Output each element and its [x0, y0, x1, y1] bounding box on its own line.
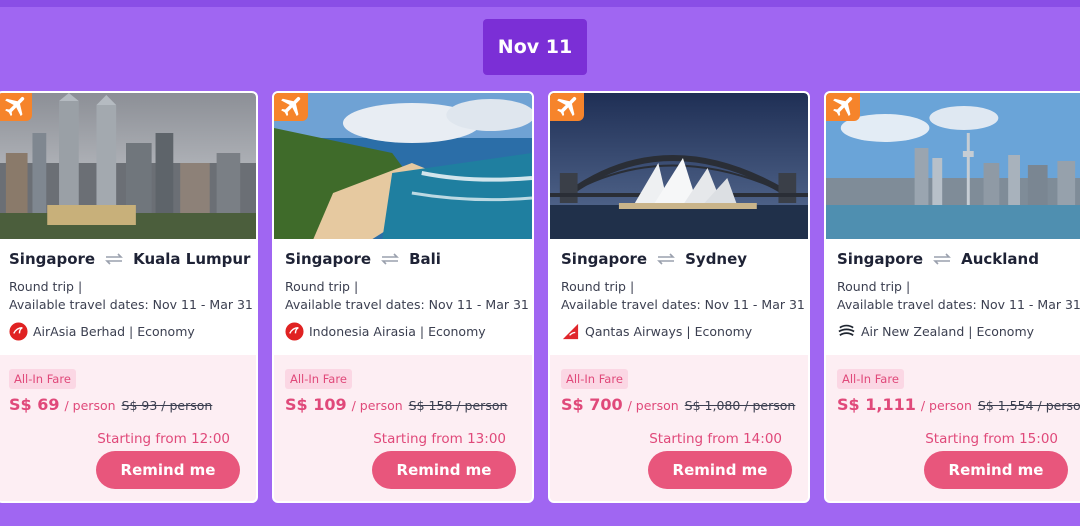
- sale-price: S$ 109: [285, 395, 347, 414]
- travel-dates: Available travel dates: Nov 11 - Mar 31: [561, 297, 805, 312]
- destination-photo-bali: [274, 93, 532, 239]
- original-price: S$ 1,554 / person: [977, 398, 1080, 413]
- cabin-class: Economy: [428, 324, 486, 339]
- trip-type: Round trip |: [9, 279, 83, 294]
- price-line: S$ 109 / person S$ 158 / person: [285, 395, 507, 414]
- deal-card-kuala-lumpur[interactable]: Singapore Kuala Lumpur Round trip | Avai…: [0, 91, 258, 503]
- destination-city: Sydney: [685, 250, 748, 268]
- route: Singapore Auckland: [837, 250, 1076, 268]
- route: Singapore Kuala Lumpur: [9, 250, 251, 268]
- airline-name: Air New Zealand: [861, 324, 965, 339]
- per-person: / person: [627, 398, 679, 413]
- destination-photo-sydney: [550, 93, 808, 239]
- per-person: / person: [64, 398, 116, 413]
- plane-icon: [5, 97, 25, 117]
- start-time: Starting from 13:00: [373, 431, 506, 447]
- separator: |: [415, 324, 429, 339]
- travel-dates: Available travel dates: Nov 11 - Mar 31: [9, 297, 253, 312]
- deal-card-auckland[interactable]: Singapore Auckland Round trip | Availabl…: [824, 91, 1080, 503]
- sale-price: S$ 1,111: [837, 395, 916, 414]
- price-line: S$ 1,111 / person S$ 1,554 / person: [837, 395, 1080, 414]
- sale-price: S$ 69: [9, 395, 60, 414]
- qantas-logo-icon: [561, 322, 580, 341]
- deal-card-bali[interactable]: Singapore Bali Round trip | Available tr…: [272, 91, 534, 503]
- original-price: S$ 1,080 / person: [684, 398, 796, 413]
- plane-badge: [550, 93, 584, 121]
- airline-info: AirAsia Berhad | Economy: [9, 322, 195, 341]
- origin-city: Singapore: [837, 250, 924, 268]
- trip-type: Round trip |: [837, 279, 911, 294]
- deal-card-sydney[interactable]: Singapore Sydney Round trip | Available …: [548, 91, 810, 503]
- route: Singapore Sydney: [561, 250, 800, 268]
- airline-info: Air New Zealand | Economy: [837, 322, 1034, 341]
- start-time: Starting from 14:00: [649, 431, 782, 447]
- fare-label: All-In Fare: [9, 369, 76, 389]
- destination-photo-auckland: [826, 93, 1080, 239]
- start-time: Starting from 12:00: [97, 431, 230, 447]
- remind-me-button[interactable]: Remind me: [372, 451, 516, 489]
- airline-name: AirAsia Berhad: [33, 324, 126, 339]
- airline-info: Qantas Airways | Economy: [561, 322, 752, 341]
- price-line: S$ 700 / person S$ 1,080 / person: [561, 395, 795, 414]
- travel-dates: Available travel dates: Nov 11 - Mar 31: [285, 297, 529, 312]
- price-line: S$ 69 / person S$ 93 / person: [9, 395, 212, 414]
- destination-city: Kuala Lumpur: [133, 250, 251, 268]
- fare-panel: All-In Fare S$ 69 / person S$ 93 / perso…: [0, 355, 256, 501]
- airasia-logo-icon: [285, 322, 304, 341]
- fare-panel: All-In Fare S$ 700 / person S$ 1,080 / p…: [550, 355, 808, 501]
- remind-me-button[interactable]: Remind me: [924, 451, 1068, 489]
- fare-label: All-In Fare: [285, 369, 352, 389]
- fare-panel: All-In Fare S$ 1,111 / person S$ 1,554 /…: [826, 355, 1080, 501]
- round-trip-arrows-icon: [657, 253, 676, 265]
- start-time: Starting from 15:00: [925, 431, 1058, 447]
- destination-city: Auckland: [961, 250, 1039, 268]
- plane-icon: [833, 97, 853, 117]
- per-person: / person: [351, 398, 403, 413]
- remind-me-button[interactable]: Remind me: [648, 451, 792, 489]
- date-tab[interactable]: Nov 11: [483, 19, 587, 75]
- fare-label: All-In Fare: [837, 369, 904, 389]
- fare-panel: All-In Fare S$ 109 / person S$ 158 / per…: [274, 355, 532, 501]
- sale-price: S$ 700: [561, 395, 623, 414]
- remind-me-button[interactable]: Remind me: [96, 451, 240, 489]
- air-new-zealand-logo-icon: [837, 322, 856, 341]
- plane-badge: [826, 93, 860, 121]
- round-trip-arrows-icon: [933, 253, 952, 265]
- separator: |: [964, 324, 977, 339]
- airline-name: Indonesia Airasia: [309, 324, 416, 339]
- plane-icon: [281, 97, 301, 117]
- plane-badge: [0, 93, 32, 121]
- round-trip-arrows-icon: [105, 253, 124, 265]
- cabin-class: Economy: [137, 324, 195, 339]
- travel-dates: Available travel dates: Nov 11 - Mar 31: [837, 297, 1080, 312]
- top-strip: [0, 0, 1080, 7]
- airasia-logo-icon: [9, 322, 28, 341]
- original-price: S$ 158 / person: [408, 398, 508, 413]
- fare-label: All-In Fare: [561, 369, 628, 389]
- airline-info: Indonesia Airasia | Economy: [285, 322, 486, 341]
- origin-city: Singapore: [561, 250, 648, 268]
- route: Singapore Bali: [285, 250, 524, 268]
- separator: |: [125, 324, 138, 339]
- separator: |: [682, 324, 695, 339]
- origin-city: Singapore: [9, 250, 96, 268]
- origin-city: Singapore: [285, 250, 372, 268]
- cabin-class: Economy: [976, 324, 1035, 339]
- round-trip-arrows-icon: [381, 253, 400, 265]
- airline-name: Qantas Airways: [585, 324, 683, 339]
- trip-type: Round trip |: [285, 279, 359, 294]
- destination-photo-kuala-lumpur: [0, 93, 256, 239]
- trip-type: Round trip |: [561, 279, 635, 294]
- plane-badge: [274, 93, 308, 121]
- original-price: S$ 93 / person: [121, 398, 213, 413]
- per-person: / person: [920, 398, 972, 413]
- cabin-class: Economy: [694, 324, 753, 339]
- destination-city: Bali: [409, 250, 441, 268]
- plane-icon: [557, 97, 577, 117]
